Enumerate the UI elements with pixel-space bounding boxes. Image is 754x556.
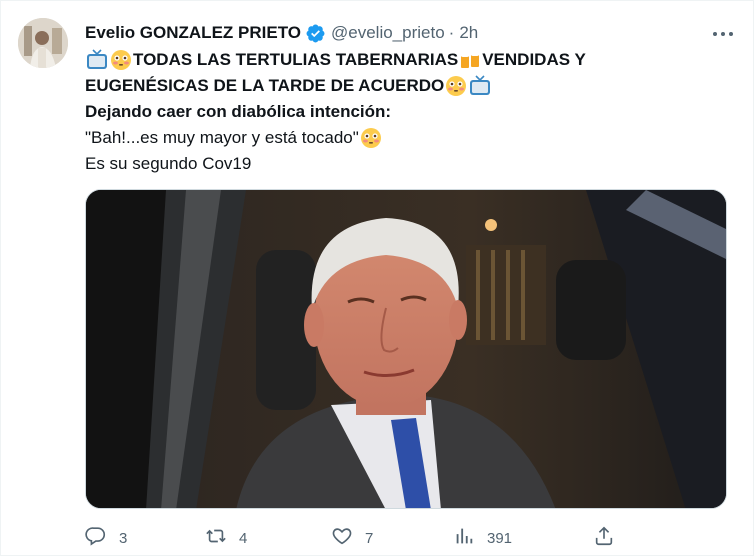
tweet-line-3: Dejando caer con diabólica intención: xyxy=(85,99,735,125)
tweet-line-1-text-b: VENDIDAS Y xyxy=(482,50,586,69)
tweet-header: Evelio GONZALEZ PRIETO @evelio_prieto · … xyxy=(85,20,733,46)
tweet-text: TODAS LAS TERTULIAS TABERNARIAS VENDIDAS… xyxy=(85,47,735,177)
tweet-actions: 3 4 7 391 xyxy=(85,523,725,553)
photo-man-in-car-image xyxy=(86,190,726,508)
share-button[interactable] xyxy=(593,523,615,553)
flushed-face-emoji-icon xyxy=(360,127,382,149)
flushed-face-emoji-icon xyxy=(110,49,132,71)
beer-mugs-emoji-icon xyxy=(459,49,481,71)
share-icon xyxy=(593,525,615,551)
tweet-line-5: Es su segundo Cov19 xyxy=(85,151,735,177)
tweet-line-4-text: "Bah!...es muy mayor y está tocado" xyxy=(85,128,359,147)
tweet-line-2: EUGENÉSICAS DE LA TARDE DE ACUERDO xyxy=(85,73,735,99)
tweet-photo[interactable] xyxy=(85,189,727,509)
tweet-card[interactable]: Evelio GONZALEZ PRIETO @evelio_prieto · … xyxy=(0,0,754,556)
avatar[interactable] xyxy=(18,18,68,68)
tweet-line-4: "Bah!...es muy mayor y está tocado" xyxy=(85,125,735,151)
heart-icon xyxy=(331,525,353,551)
tweet-line-3-text: Dejando caer con diabólica intención: xyxy=(85,102,392,121)
tweet-line-2-text: EUGENÉSICAS DE LA TARDE DE ACUERDO xyxy=(85,76,445,95)
more-options-icon[interactable] xyxy=(711,27,735,41)
avatar-image xyxy=(18,18,68,68)
verified-badge-icon xyxy=(305,23,326,44)
separator-dot: · xyxy=(448,23,455,42)
reply-button[interactable]: 3 xyxy=(85,523,127,553)
reply-count: 3 xyxy=(119,529,128,547)
retweet-count: 4 xyxy=(239,529,248,547)
timestamp[interactable]: 2h xyxy=(459,23,478,43)
tweet-line-1-text-a: TODAS LAS TERTULIAS TABERNARIAS xyxy=(133,50,459,69)
views-count: 391 xyxy=(487,529,513,547)
like-button[interactable]: 7 xyxy=(331,523,373,553)
user-handle[interactable]: @evelio_prieto xyxy=(331,23,445,43)
display-name[interactable]: Evelio GONZALEZ PRIETO xyxy=(85,23,301,43)
tv-emoji-icon xyxy=(469,75,491,97)
tweet-line-5-text: Es su segundo Cov19 xyxy=(85,154,252,173)
retweet-button[interactable]: 4 xyxy=(205,523,247,553)
tweet-line-1: TODAS LAS TERTULIAS TABERNARIAS VENDIDAS… xyxy=(85,47,735,73)
retweet-icon xyxy=(205,525,227,551)
views-button[interactable]: 391 xyxy=(453,523,512,553)
views-chart-icon xyxy=(453,525,475,551)
flushed-face-emoji-icon xyxy=(445,75,467,97)
like-count: 7 xyxy=(365,529,374,547)
tv-emoji-icon xyxy=(86,49,108,71)
reply-icon xyxy=(85,525,107,551)
